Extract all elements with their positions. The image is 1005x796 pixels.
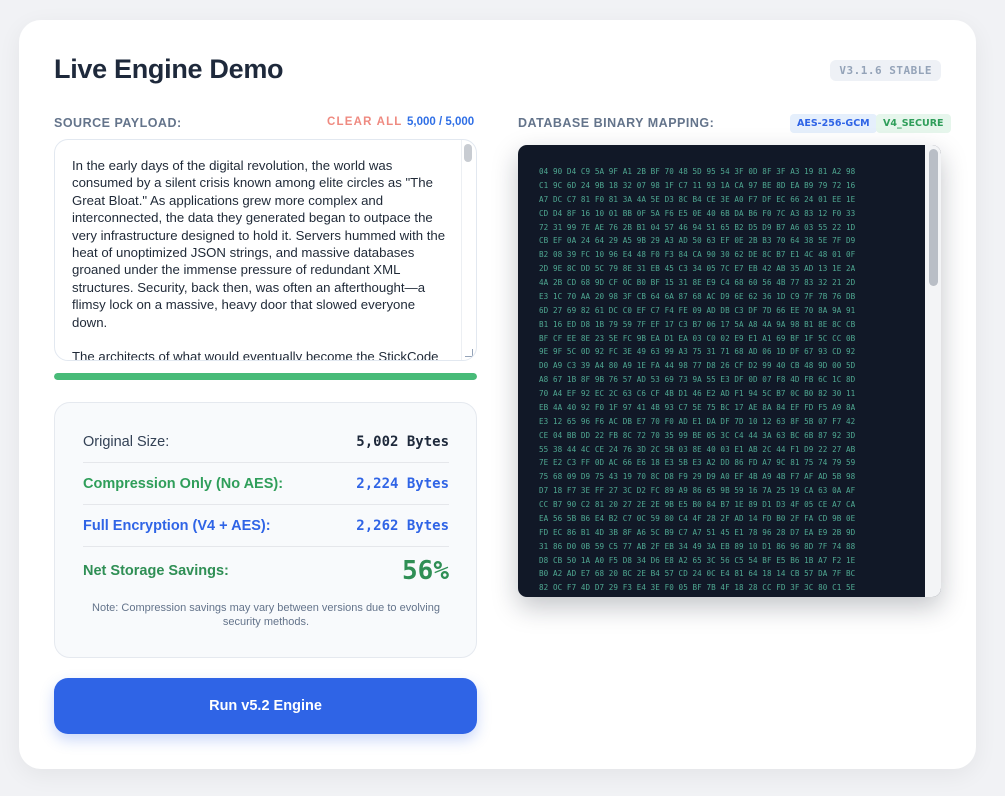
payload-progress-fill: [54, 373, 477, 380]
hex-line: 04 90 D4 C9 5A 9F A1 2B BF 70 48 5D 95 5…: [539, 167, 856, 176]
hex-line: 72 31 99 7E AE 76 2B B1 04 57 46 94 51 6…: [539, 222, 856, 232]
source-payload-textarea[interactable]: In the early days of the digital revolut…: [54, 139, 477, 361]
hex-line: EA 56 5B B6 E4 B2 C7 0C 59 80 C4 4F 28 2…: [539, 513, 856, 523]
hex-line: B0 A2 AD E7 68 20 BC 2E B4 57 CD 24 0C E…: [539, 569, 856, 579]
hex-line: D7 18 F7 3E FF 27 3C D2 FC 89 A9 86 65 9…: [539, 486, 856, 496]
hex-line: 4A 2B CD 68 9D CF 0C B0 BF 15 31 8E E9 C…: [539, 278, 856, 287]
clear-all-button[interactable]: CLEAR ALL: [327, 116, 403, 128]
savings-row: Net Storage Savings: 56%: [83, 549, 449, 593]
payload-progress-bar: [54, 373, 477, 380]
hex-line: 75 68 09 D9 75 43 19 70 8C D8 F9 29 D9 A…: [539, 472, 856, 482]
hex-line: 55 38 44 4C CE 24 76 3D 2C 5B 03 8E 40 0…: [539, 444, 856, 454]
hex-line: BF CF EE 8E 23 5E FC 9B EA D1 EA 03 C0 0…: [539, 333, 856, 343]
textarea-scrollbar[interactable]: [464, 144, 472, 162]
secure-tag: V4_SECURE: [876, 114, 951, 133]
original-size-row: Original Size: 5,002 Bytes: [83, 421, 449, 463]
original-size-value: 5,002 Bytes: [356, 433, 449, 450]
textarea-scroll-track: [461, 140, 462, 360]
hex-line: 70 A4 EF 92 EC 2C 63 C6 CF 4B D1 46 E2 A…: [539, 389, 856, 398]
hex-line: E3 12 65 96 F6 AC DB E7 70 F0 AD E1 DA D…: [539, 416, 856, 426]
binary-mapping-panel: 04 90 D4 C9 5A 9F A1 2B BF 70 48 5D 95 5…: [518, 145, 941, 597]
savings-value: 56%: [402, 556, 449, 586]
hex-line: C1 9C 6D 24 9B 18 32 07 98 1F C7 11 93 1…: [539, 180, 856, 190]
hex-line: CE 04 BB DD 22 FB 8C 72 70 35 99 BE 05 3…: [539, 430, 856, 440]
hex-line: B1 16 ED D8 1B 79 59 7F EF 17 C3 B7 06 1…: [539, 319, 856, 329]
hex-dump: 04 90 D4 C9 5A 9F A1 2B BF 70 48 5D 95 5…: [539, 165, 855, 595]
encryption-value: 2,262 Bytes: [356, 517, 449, 534]
compression-label: Compression Only (No AES):: [83, 475, 284, 492]
hex-line: A8 67 1B 8F 9B 76 57 AD 53 69 73 9A 55 E…: [539, 375, 856, 385]
binary-mapping-label: DATABASE BINARY MAPPING:: [518, 116, 715, 130]
hex-line: E3 1C 70 AA 20 98 3F CB 64 6A 87 68 AC D…: [539, 291, 856, 301]
character-count: 5,000 / 5,000: [407, 116, 475, 128]
hex-line: 31 86 D0 0B 59 C5 77 AB 2F EB 34 49 3A E…: [539, 541, 856, 551]
hex-line: 6D 27 69 82 61 DC C0 EF C7 F4 FE 09 AD D…: [539, 305, 856, 315]
resize-handle-icon[interactable]: [465, 349, 473, 357]
hex-line: D8 CB 50 1A A0 F5 D8 34 D6 E8 A2 65 3C 5…: [539, 555, 856, 565]
savings-label: Net Storage Savings:: [83, 563, 229, 579]
encryption-row: Full Encryption (V4 + AES): 2,262 Bytes: [83, 505, 449, 547]
source-payload-label: SOURCE PAYLOAD:: [54, 116, 182, 130]
hex-line: 82 OC F7 4D D7 29 F3 E4 3E F0 05 BF 7B 4…: [539, 583, 856, 593]
page-title: Live Engine Demo: [54, 54, 284, 84]
hex-scrollbar[interactable]: [929, 149, 938, 286]
hex-line: 9E 9F 5C 0D 92 FC 3E 49 63 99 A3 75 31 7…: [539, 347, 856, 357]
demo-card: Live Engine Demo V3.1.6 STABLE SOURCE PA…: [19, 20, 976, 769]
aes-tag: AES-256-GCM: [790, 114, 877, 133]
original-size-label: Original Size:: [83, 433, 170, 450]
compression-note: Note: Compression savings may vary betwe…: [92, 602, 440, 628]
hex-line: A7 DC C7 81 F0 81 3A 4A 5E D3 8C B4 CE 3…: [539, 194, 856, 204]
hex-line: 2D 9E 8C DD 5C 79 8E 31 EB 45 C3 34 05 7…: [539, 264, 856, 274]
hex-line: D0 A9 C3 39 A4 80 A9 1E FA 44 98 77 D8 2…: [539, 361, 856, 371]
hex-line: CB EF 0A 24 64 29 A5 9B 29 A3 AD 50 63 E…: [539, 236, 856, 246]
hex-line: EB 4A 40 92 F0 1F 97 41 4B 93 C7 5E 75 B…: [539, 402, 856, 412]
hex-line: FD EC 86 B1 4D 3B 8F A6 5C B9 C7 A7 51 4…: [539, 527, 856, 537]
hex-line: CC B7 90 C2 81 20 27 2E 2E 9B E5 B0 84 B…: [539, 500, 856, 509]
encryption-label: Full Encryption (V4 + AES):: [83, 517, 271, 534]
hex-line: B2 08 39 FC 10 96 E4 48 F0 F3 84 CA 90 3…: [539, 250, 856, 260]
compression-row: Compression Only (No AES): 2,224 Bytes: [83, 463, 449, 505]
source-payload-text: In the early days of the digital revolut…: [72, 158, 446, 361]
hex-line: 7E E2 C3 FF 0D AC 66 E6 18 E3 5B E3 A2 D…: [539, 458, 856, 468]
version-badge: V3.1.6 STABLE: [830, 60, 941, 81]
compression-value: 2,224 Bytes: [356, 475, 449, 492]
run-engine-button[interactable]: Run v5.2 Engine: [54, 678, 477, 734]
stats-panel: Original Size: 5,002 Bytes Compression O…: [54, 402, 477, 658]
hex-line: CD D4 8F 16 10 01 BB 0F 5A F6 E5 0E 40 6…: [539, 208, 856, 218]
